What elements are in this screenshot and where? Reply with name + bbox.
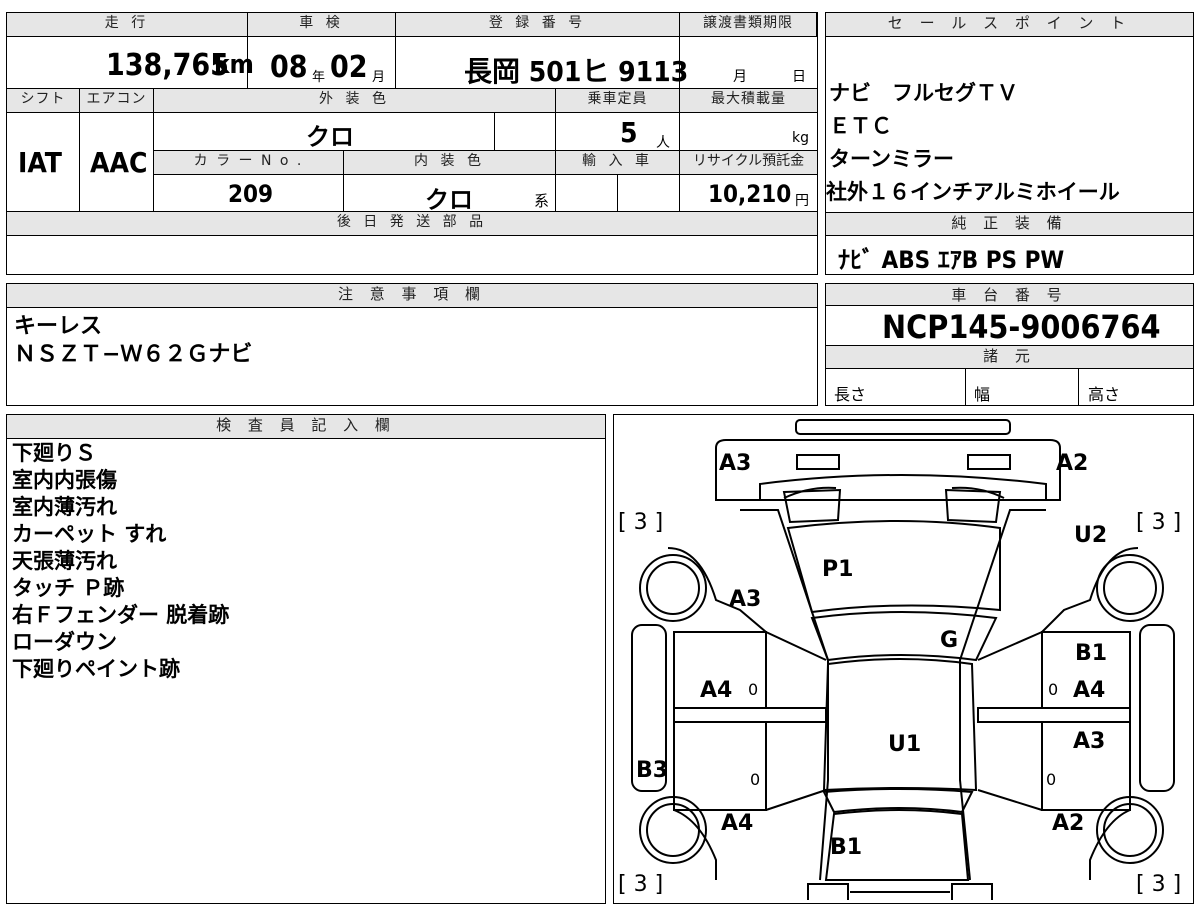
notes-label: 注 意 事 項 欄 — [7, 284, 817, 308]
later-parts-label: 後 日 発 送 部 品 — [7, 212, 817, 236]
code-a4-left: A4 — [700, 678, 733, 703]
tire-mark-front-left: [ 3 ] — [618, 510, 664, 535]
sales-point-4: 社外１６インチアルミホイール — [826, 180, 1120, 204]
inspector-line-9: 下廻りペイント跡 — [12, 657, 180, 681]
code-u1: U1 — [888, 732, 922, 757]
code-b3-left: B3 — [636, 758, 669, 783]
import-label: 輸 入 車 — [556, 151, 680, 175]
sales-point-3: ターンミラー — [829, 147, 954, 171]
code-g: G — [940, 628, 959, 653]
equipment-label: 純 正 装 備 — [826, 212, 1193, 236]
code-a2-bottom-right: A2 — [1052, 811, 1085, 836]
code-a3-top-left: A3 — [719, 451, 752, 476]
inspector-line-3: 室内薄汚れ — [12, 495, 117, 519]
width-label: 幅 — [974, 385, 991, 404]
recycle-unit: 円 — [795, 193, 809, 209]
sales-point-2: ＥＴＣ — [829, 114, 892, 138]
inspection-year: 08 — [270, 50, 308, 85]
shift-label: シフト — [7, 89, 80, 113]
inspector-line-6: タッチ Ｐ跡 — [12, 576, 125, 600]
shift-value: IAT — [18, 146, 62, 179]
code-p1: P1 — [822, 557, 854, 582]
registration-label: 登 録 番 号 — [396, 13, 680, 37]
chassis-value: NCP145-9006764 — [882, 308, 1161, 346]
equipment-value: ﾅﾋﾞ ABS ｴｱB PS PW — [838, 246, 1065, 274]
inspector-line-7: 右Ｆフェンダー 脱着跡 — [12, 603, 230, 627]
code-b1-right: B1 — [1075, 641, 1108, 666]
recycle-value: 10,210 — [708, 180, 792, 208]
interior-label: 内 装 色 — [344, 151, 556, 175]
inspector-line-1: 下廻りＳ — [12, 441, 96, 465]
tire-mark-rear-right: [ 3 ] — [1136, 872, 1182, 897]
code-a3-left: A3 — [729, 587, 762, 612]
registration-value: 長岡 501ヒ 9113 — [464, 55, 689, 88]
zero-mark-front-right-door: 0 — [1048, 680, 1059, 699]
interior-suffix: 系 — [534, 192, 550, 210]
notes-line-2: ＮＳＺＴ−Ｗ６２Ｇナビ — [14, 342, 253, 367]
inspector-line-2: 室内内張傷 — [12, 468, 117, 492]
exterior-label: 外 装 色 — [154, 89, 556, 113]
length-label: 長さ — [834, 385, 867, 404]
zero-mark-front-left-door: 0 — [748, 680, 759, 699]
tire-mark-rear-left: [ 3 ] — [618, 872, 664, 897]
aircon-value: AAC — [90, 146, 148, 179]
inspection-label: 車 検 — [248, 13, 396, 37]
inspector-line-5: 天張薄汚れ — [12, 549, 117, 573]
sales-point-1: ナビ フルセグＴＶ — [829, 81, 1018, 105]
code-a4-right: A4 — [1073, 678, 1106, 703]
load-unit: kg — [792, 130, 809, 146]
month-unit: 月 — [372, 70, 386, 85]
max-load-label: 最大積載量 — [680, 89, 817, 113]
code-b1-bottom: B1 — [830, 835, 863, 860]
capacity-label: 乗車定員 — [556, 89, 680, 113]
inspector-line-8: ローダウン — [12, 630, 117, 654]
zero-mark-rear-right-door: 0 — [1046, 770, 1057, 789]
code-a4-bottom-left: A4 — [721, 811, 754, 836]
zero-mark-rear-left-door: 0 — [750, 770, 761, 789]
height-label: 高さ — [1088, 385, 1121, 404]
code-a2-top-right: A2 — [1056, 451, 1089, 476]
deadline-day-unit: 日 — [792, 69, 806, 85]
year-unit: 年 — [312, 70, 326, 85]
mileage-value: 138,765 — [106, 48, 229, 83]
tire-mark-front-right: [ 3 ] — [1136, 510, 1182, 535]
exterior-value: クロ — [306, 123, 354, 151]
mileage-label: 走 行 — [7, 13, 248, 37]
inspection-month: 02 — [330, 50, 368, 85]
spec-label: 諸 元 — [826, 345, 1193, 369]
code-u2-right: U2 — [1074, 523, 1108, 548]
interior-value: クロ — [425, 186, 473, 214]
inspector-line-4: カーペット すれ — [12, 522, 167, 546]
capacity-value: 5 — [620, 116, 638, 149]
chassis-label: 車 台 番 号 — [826, 284, 1193, 306]
aircon-label: エアコン — [80, 89, 154, 113]
deadline-month-unit: 月 — [733, 69, 747, 85]
notes-line-1: キーレス — [14, 314, 103, 339]
inspector-label: 検 査 員 記 入 欄 — [7, 415, 605, 439]
color-no-value: 209 — [228, 180, 274, 208]
color-no-label: カ ラ ー N o . — [154, 151, 344, 175]
sales-points-label: セ ー ル ス ポ イ ン ト — [826, 13, 1193, 37]
recycle-label: リサイクル預託金 — [680, 151, 817, 175]
transfer-deadline-label: 譲渡書類期限 — [680, 13, 817, 37]
code-a3-right: A3 — [1073, 729, 1106, 754]
capacity-unit: 人 — [656, 135, 670, 151]
